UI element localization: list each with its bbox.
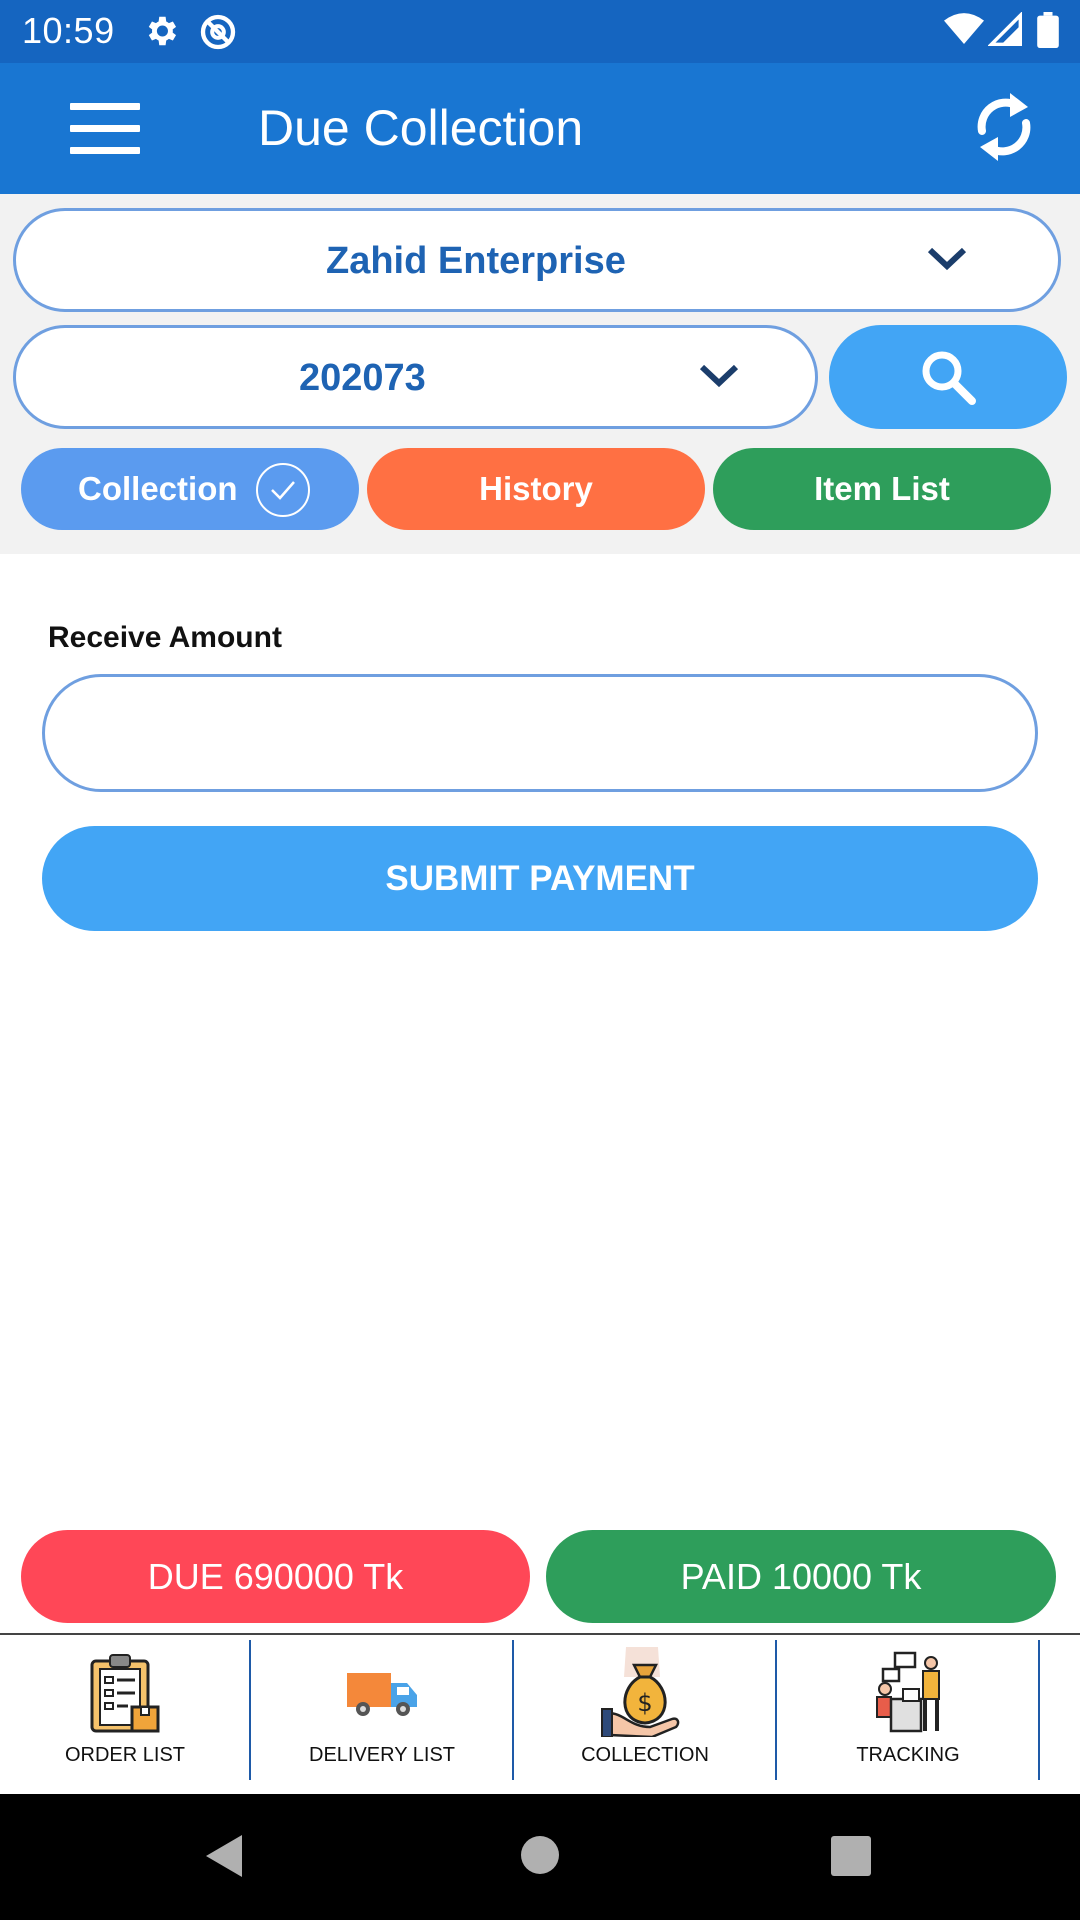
page-title: Due Collection bbox=[258, 100, 584, 156]
paid-badge: PAID 10000 Tk bbox=[546, 1530, 1056, 1623]
shop-select-value: Zahid Enterprise bbox=[326, 240, 626, 282]
tracking-people-icon bbox=[876, 1651, 940, 1733]
search-button[interactable] bbox=[829, 325, 1067, 429]
screen: 10:59 Due Collection Zahid Enterprise 20… bbox=[0, 0, 1080, 1920]
system-nav-bar bbox=[0, 1794, 1080, 1920]
tab-item-list[interactable]: Item List bbox=[713, 448, 1051, 530]
settings-icon bbox=[142, 12, 180, 55]
tab-collection-label: Collection bbox=[78, 470, 238, 507]
shop-select[interactable]: Zahid Enterprise bbox=[13, 208, 1061, 312]
chevron-down-icon bbox=[698, 360, 740, 395]
nav-divider bbox=[1038, 1640, 1040, 1780]
filter-panel: Zahid Enterprise 202073 Collection Histo… bbox=[0, 194, 1080, 554]
battery-icon bbox=[1037, 12, 1059, 53]
chevron-down-icon bbox=[926, 243, 968, 278]
home-icon[interactable] bbox=[520, 1835, 560, 1880]
refresh-button[interactable] bbox=[972, 87, 1042, 171]
clipboard-box-icon bbox=[90, 1654, 160, 1733]
search-icon bbox=[922, 351, 976, 405]
nav-order-list-label: ORDER LIST bbox=[64, 1744, 186, 1766]
nav-delivery-list-label: DELIVERY LIST bbox=[309, 1744, 455, 1766]
bottom-nav: ORDER LIST DELIVERY LIST $ COLLECTION TR… bbox=[0, 1635, 1080, 1794]
cell-signal-icon bbox=[987, 11, 1022, 51]
order-select[interactable]: 202073 bbox=[13, 325, 818, 429]
nav-order-list[interactable]: ORDER LIST bbox=[0, 1635, 250, 1794]
recents-icon[interactable] bbox=[830, 1835, 872, 1882]
back-icon[interactable] bbox=[204, 1833, 244, 1884]
nav-collection[interactable]: $ COLLECTION bbox=[514, 1635, 776, 1794]
refresh-icon bbox=[977, 93, 1031, 161]
order-select-value: 202073 bbox=[299, 357, 426, 399]
wifi-icon bbox=[944, 12, 984, 51]
app-bar: Due Collection bbox=[0, 63, 1080, 194]
nav-collection-label: COLLECTION bbox=[581, 1744, 709, 1766]
nav-tracking[interactable]: TRACKING bbox=[777, 1635, 1039, 1794]
money-bag-icon: $ bbox=[601, 1647, 680, 1737]
receive-amount-label: Receive Amount bbox=[48, 621, 282, 654]
menu-button[interactable] bbox=[70, 101, 144, 157]
svg-text:$: $ bbox=[637, 1689, 652, 1717]
status-bar: 10:59 bbox=[0, 0, 1080, 63]
menu-icon bbox=[70, 103, 140, 110]
tab-history[interactable]: History bbox=[367, 448, 705, 530]
at-sign-icon bbox=[198, 12, 238, 57]
submit-payment-button[interactable]: SUBMIT PAYMENT bbox=[42, 826, 1038, 931]
nav-tracking-label: TRACKING bbox=[856, 1744, 960, 1766]
status-time: 10:59 bbox=[22, 10, 115, 51]
due-badge: DUE 690000 Tk bbox=[21, 1530, 530, 1623]
tab-collection[interactable]: Collection bbox=[21, 448, 359, 530]
receive-amount-input[interactable] bbox=[42, 674, 1038, 792]
check-circle-icon bbox=[256, 463, 310, 517]
nav-delivery-list[interactable]: DELIVERY LIST bbox=[251, 1635, 513, 1794]
delivery-truck-icon bbox=[347, 1673, 417, 1716]
